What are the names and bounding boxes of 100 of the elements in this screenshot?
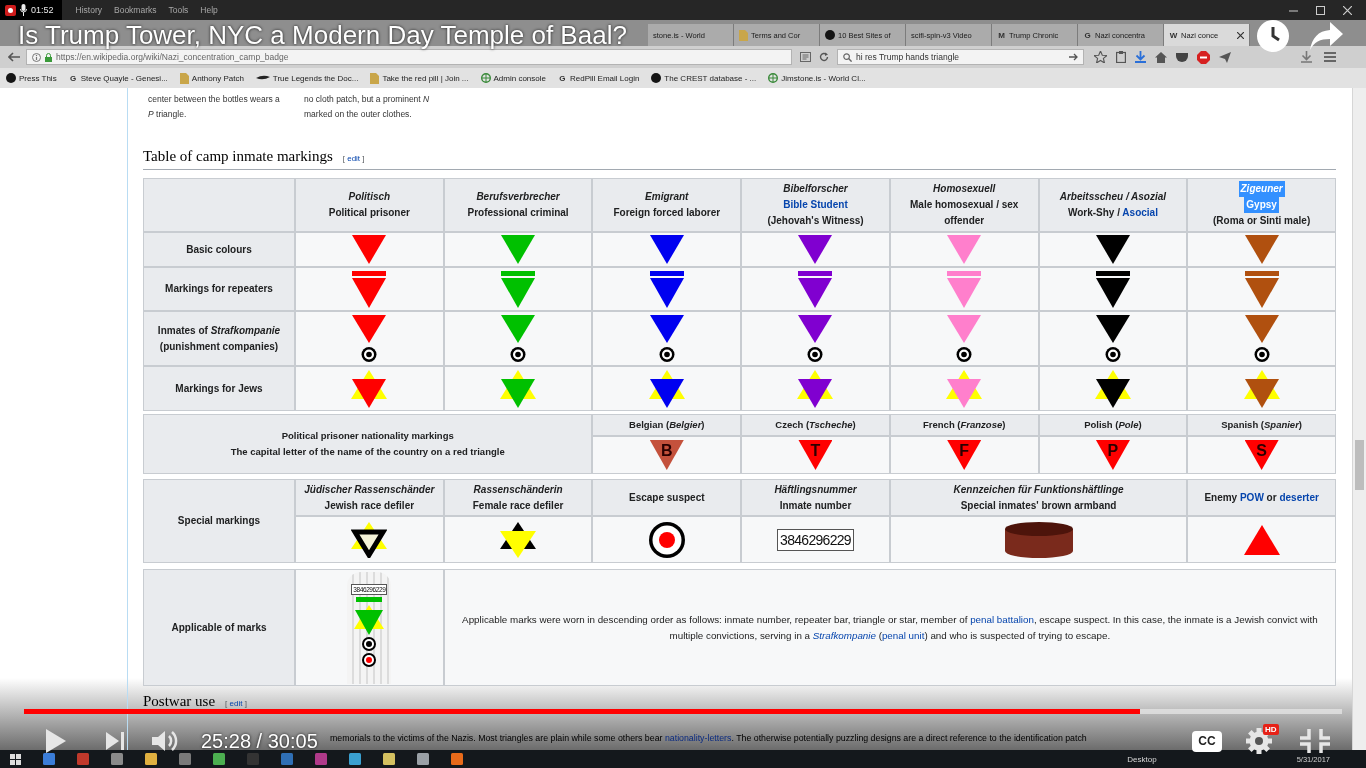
app-icon[interactable] xyxy=(213,753,225,765)
link[interactable]: Strafkompanie xyxy=(812,629,876,641)
header-text: Homosexuell xyxy=(933,182,996,196)
link[interactable]: deserter xyxy=(1279,491,1319,503)
ring-dot-icon xyxy=(362,652,377,667)
maximize-icon[interactable] xyxy=(1316,5,1325,15)
recording-timer: 01:52 xyxy=(31,5,54,15)
desktop-label[interactable]: Desktop xyxy=(1127,754,1157,764)
header-text: Rassenschänderin xyxy=(473,482,563,497)
paper-plane-icon[interactable] xyxy=(1219,51,1231,63)
download-icon[interactable] xyxy=(1301,51,1312,63)
info-icon[interactable] xyxy=(32,52,41,62)
clipboard-icon[interactable] xyxy=(1116,51,1126,63)
stop-sign-icon[interactable] xyxy=(1197,50,1210,64)
next-button[interactable] xyxy=(106,732,124,750)
menu-item[interactable]: History xyxy=(75,5,102,15)
row-header: Special markings xyxy=(144,480,294,562)
header-text: Political prisoner xyxy=(328,206,410,220)
menu-item[interactable]: Help xyxy=(200,5,218,15)
search-icon[interactable] xyxy=(843,52,852,62)
body-text: memorials to the victims of the Nazis. Most triangles are plain while some others bear nationality-letters. The otherwise potentially puzzling designs are a direct reference to the identification patch xyxy=(330,732,1087,745)
app-icon[interactable] xyxy=(451,753,463,765)
exit-fullscreen-icon xyxy=(1300,729,1330,753)
favicon: G xyxy=(69,73,78,83)
header-text: Jewish race defiler xyxy=(324,498,415,513)
header-text: Bibelforscher xyxy=(783,182,848,196)
header-text: (Roma or Sinti male) xyxy=(1213,214,1311,228)
bookmark[interactable]: True Legends the Doc... xyxy=(255,73,359,83)
header-text: Emigrant xyxy=(645,190,689,204)
link[interactable]: edit xyxy=(347,154,361,163)
search-field[interactable]: hi res Trump hands triangle xyxy=(837,49,1084,65)
link[interactable]: Bible Student xyxy=(783,197,848,213)
page-icon xyxy=(370,72,380,84)
globe-icon xyxy=(768,73,779,83)
play-button[interactable] xyxy=(46,729,66,753)
hexagram-icon xyxy=(500,521,537,558)
star-icon[interactable] xyxy=(1094,51,1107,63)
header-text: (Jehovah's Witness) xyxy=(767,214,864,228)
edit-section: [ edit ] xyxy=(225,695,247,713)
address-field[interactable]: https://en.wikipedia.org/wiki/Nazi_concentration_camp_badge xyxy=(26,49,792,65)
microphone-icon[interactable] xyxy=(20,4,27,16)
link[interactable]: penal battalion xyxy=(970,613,1034,625)
body-text: center between the bottles wears a xyxy=(148,93,281,106)
windows-logo-icon[interactable] xyxy=(10,753,21,765)
bookmark[interactable]: G Steve Quayle - Genesi... xyxy=(68,73,168,83)
bookmark[interactable]: G RedPill Email Login xyxy=(558,73,640,83)
column-header: Polish (Pole) xyxy=(1039,415,1187,435)
bookmark[interactable]: Press This xyxy=(6,73,57,83)
link[interactable]: Asocial xyxy=(1122,207,1158,218)
close-icon[interactable] xyxy=(1237,31,1244,39)
row-header: Basic colours xyxy=(144,233,294,266)
page-icon xyxy=(179,72,189,84)
bookmark[interactable]: Admin console xyxy=(480,73,546,83)
app-icon[interactable] xyxy=(145,753,157,765)
favicon: G xyxy=(1083,30,1092,40)
scrollbar[interactable] xyxy=(1352,88,1366,750)
bookmark[interactable]: Anthony Patch xyxy=(179,72,244,84)
reload-icon[interactable] xyxy=(819,52,829,62)
header-text: Female race defiler xyxy=(472,498,564,513)
body-text: no cloth patch, but a prominent N xyxy=(304,93,430,106)
app-icon[interactable] xyxy=(349,753,361,765)
header-text: Inmate number xyxy=(779,498,852,513)
link[interactable]: POW xyxy=(1239,491,1264,503)
column-header: Belgian (Belgier) xyxy=(593,415,741,435)
description-text: Applicable marks were worn in descending order as follows: inmate number, repeater bar, triangle or star, member of penal battalion, escape suspect. In this case, the inmate is a Jewish convict with multiple convictions, serving in a Strafkompanie (penal unit) and who is suspected of trying to escape. xyxy=(461,612,1319,643)
menu-item[interactable]: Bookmarks xyxy=(114,5,157,15)
header-text: Special inmates' brown armband xyxy=(960,498,1117,513)
header-text: Political prisoner nationality markings xyxy=(281,429,454,443)
header-text: Häftlingsnummer xyxy=(774,482,857,497)
armband-icon xyxy=(1004,521,1073,558)
record-icon[interactable] xyxy=(5,4,16,16)
captions-button[interactable]: CC xyxy=(1192,730,1222,752)
scrollbar-thumb[interactable] xyxy=(1355,440,1364,490)
header-text: Berufsverbrecher xyxy=(476,190,560,204)
share-icon[interactable] xyxy=(1310,22,1343,50)
home-icon[interactable] xyxy=(1155,51,1167,63)
link[interactable]: edit xyxy=(229,699,243,708)
app-icon[interactable] xyxy=(383,753,395,765)
reader-icon[interactable] xyxy=(800,52,811,62)
exit-fullscreen-button[interactable] xyxy=(1300,729,1330,753)
bookmark[interactable]: The CREST database - ... xyxy=(651,73,757,83)
row-header: Markings for Jews xyxy=(144,367,294,410)
clock-icon[interactable] xyxy=(1257,20,1289,52)
globe-icon xyxy=(480,73,491,83)
menu-item[interactable]: Tools xyxy=(168,5,189,15)
volume-button[interactable] xyxy=(152,729,180,753)
pocket-icon[interactable] xyxy=(1176,51,1188,63)
header-text: Foreign forced laborer xyxy=(613,206,721,220)
download-icon[interactable] xyxy=(1135,51,1146,63)
bookmark[interactable]: Jimstone.is - World Cl... xyxy=(768,73,866,83)
header-text: Escape suspect xyxy=(628,490,705,505)
menu-icon[interactable] xyxy=(1324,52,1336,62)
progress-track[interactable] xyxy=(24,709,1342,714)
app-icon[interactable] xyxy=(417,753,429,765)
arrow-icon[interactable] xyxy=(1069,53,1078,61)
next-icon xyxy=(106,732,124,750)
lock-icon[interactable] xyxy=(45,52,52,62)
row-header: Inmates of Strafkompanie (punishment companies) xyxy=(144,312,294,365)
bookmark[interactable]: Take the red pill | Join ... xyxy=(370,72,469,84)
back-icon[interactable] xyxy=(8,52,20,62)
